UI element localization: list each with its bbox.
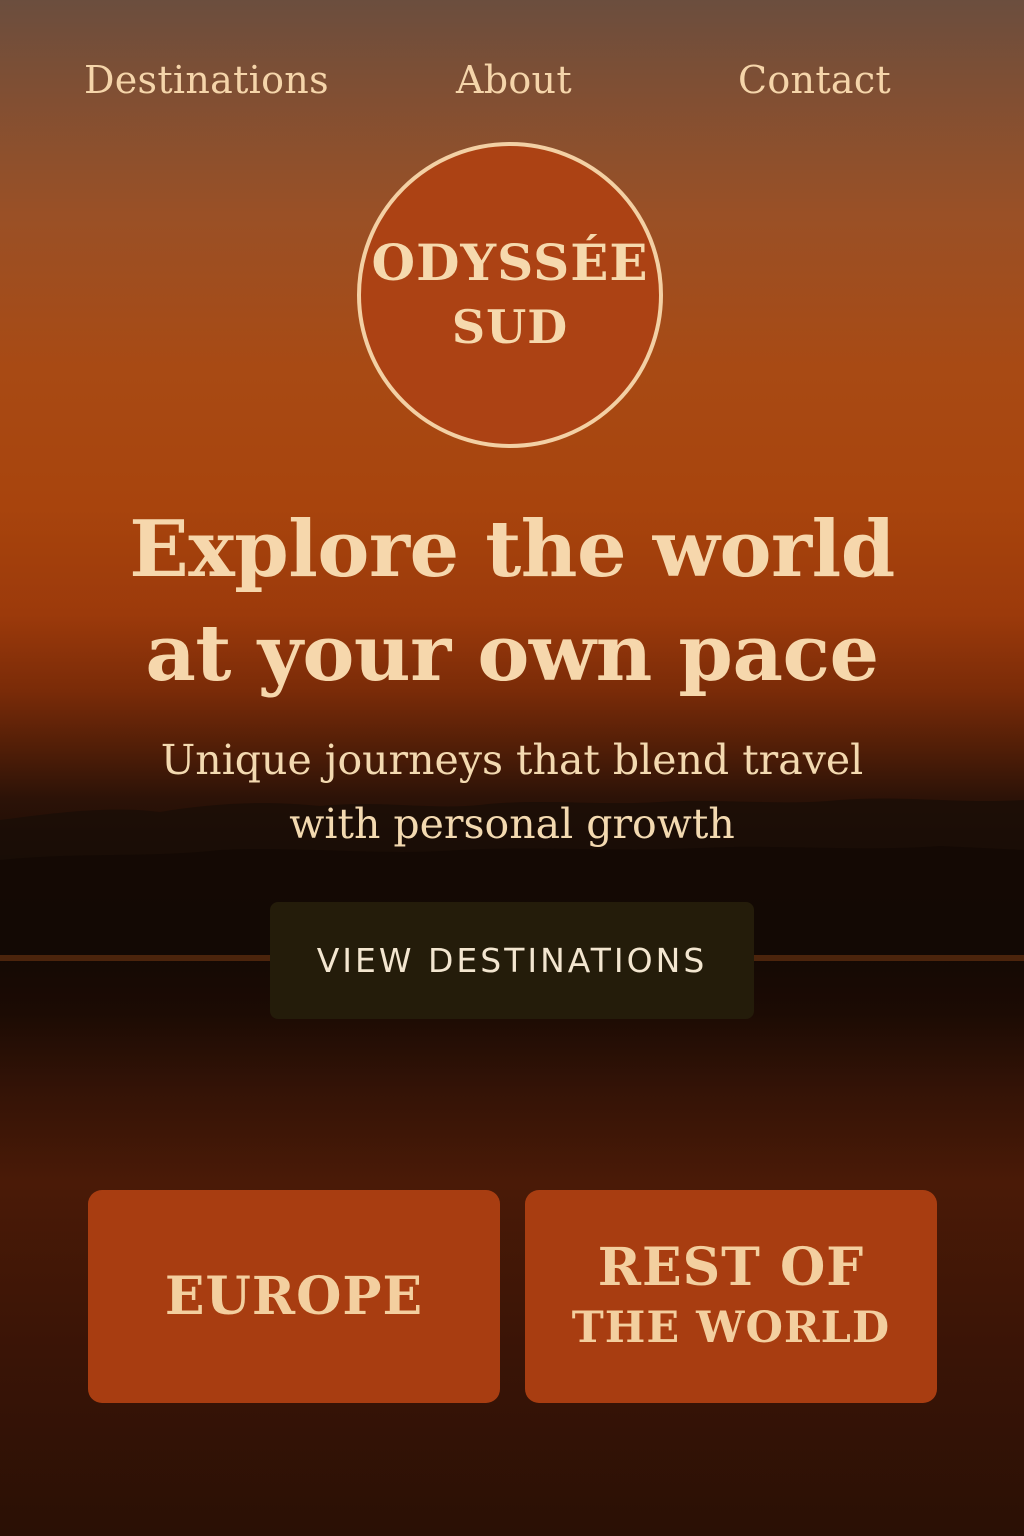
- region-card-rest-label-line-2: THE WORLD: [571, 1302, 891, 1353]
- subhead-line-1: Unique journeys that blend travel: [160, 736, 864, 784]
- headline-line-2: at your own pace: [145, 608, 879, 699]
- logo-line-2: SUD: [451, 300, 569, 354]
- logo-line-1: ODYSSÉE: [371, 233, 649, 292]
- subhead-line-2: with personal growth: [289, 800, 735, 848]
- hero-subheadline: Unique journeys that blend travel with p…: [0, 728, 1024, 856]
- nav-link-destinations[interactable]: Destinations: [84, 58, 329, 102]
- view-destinations-button[interactable]: VIEW DESTINATIONS: [270, 902, 754, 1019]
- headline-line-1: Explore the world: [129, 504, 895, 595]
- region-card-europe-label: EUROPE: [164, 1266, 424, 1327]
- nav-link-contact[interactable]: Contact: [738, 58, 891, 102]
- hero-headline: Explore the world at your own pace: [0, 498, 1024, 706]
- region-card-europe[interactable]: EUROPE: [88, 1190, 500, 1403]
- region-card-rest-of-world[interactable]: REST OF THE WORLD: [525, 1190, 937, 1403]
- top-nav: Destinations About Contact: [0, 58, 1024, 108]
- brand-logo: ODYSSÉE SUD: [357, 142, 663, 448]
- region-card-rest-label-line-1: REST OF: [597, 1236, 865, 1298]
- nav-link-about[interactable]: About: [456, 58, 572, 102]
